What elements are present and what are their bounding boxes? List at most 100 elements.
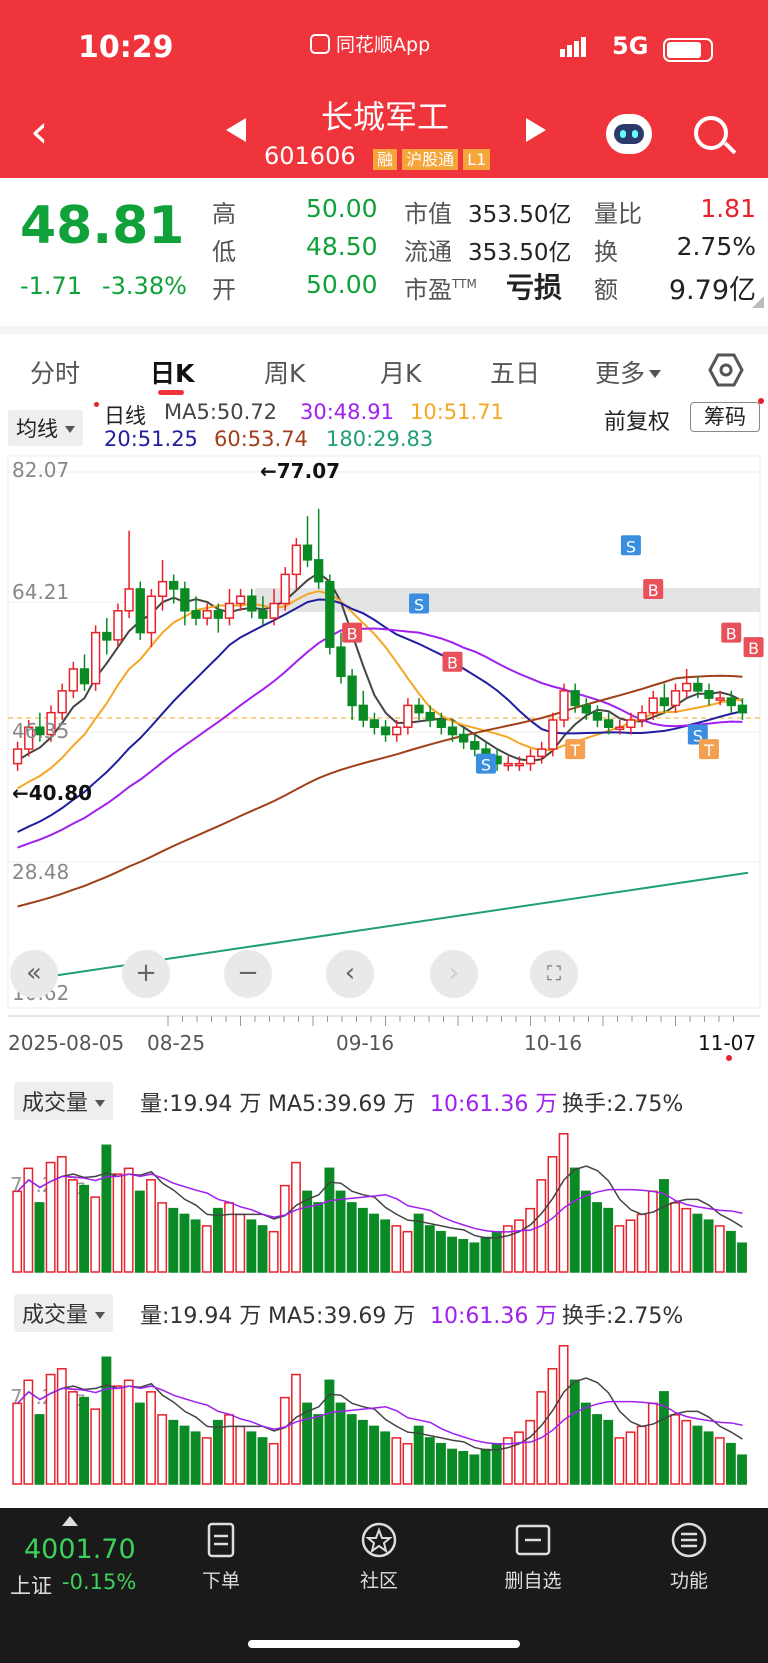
tag-connect: 沪股通: [402, 149, 459, 170]
signal-text: T: [703, 741, 714, 760]
candle-body: [191, 610, 201, 619]
community-icon: [361, 1522, 397, 1558]
chip-button[interactable]: 筹码: [690, 402, 760, 432]
volume-ma10-1: 10:61.36 万: [430, 1092, 558, 1117]
nav-community[interactable]: 社区: [324, 1520, 434, 1593]
candle-body: [581, 704, 591, 714]
line-type-label: 日线: [104, 404, 146, 428]
volume-bar: [190, 1219, 201, 1273]
volume-bar: [90, 1196, 101, 1273]
fullscreen-button[interactable]: ⛶: [530, 950, 578, 998]
period-tabs: 分时 日K 周K 月K 五日 更多: [0, 326, 768, 398]
volume-bar: [246, 1431, 257, 1485]
search-icon[interactable]: [694, 116, 728, 150]
y-tick-1: 64.21: [12, 580, 69, 604]
volume-bar: [569, 1379, 580, 1485]
settings-hexagon-icon[interactable]: [708, 352, 744, 388]
volume-chart-2[interactable]: 71.21万: [0, 1328, 768, 1488]
expand-up-icon[interactable]: [62, 1516, 78, 1526]
signal-marker: B: [643, 578, 664, 600]
tab-monthly-k[interactable]: 月K: [380, 354, 421, 390]
index-name[interactable]: 上证: [10, 1570, 52, 1600]
stat-value-high: 50.00: [306, 194, 378, 223]
signal-marker: S: [409, 593, 430, 615]
nav-remove-watchlist[interactable]: 删自选: [478, 1520, 588, 1593]
next-stock-icon[interactable]: [526, 118, 546, 142]
turnover-label: 换: [594, 238, 618, 266]
prev-stock-icon[interactable]: [226, 118, 246, 142]
order-icon: [207, 1522, 235, 1558]
volume-chart-1[interactable]: 71.21万: [0, 1116, 768, 1276]
volume-bar: [179, 1213, 190, 1273]
volume-bar: [603, 1419, 614, 1485]
back-icon[interactable]: ‹: [30, 108, 48, 154]
candle-body: [425, 711, 435, 721]
candle-body: [525, 755, 536, 765]
x-axis: 2025-08-05 08-25 09-16 10-16 11-07: [8, 1015, 760, 1061]
volume-bar: [391, 1225, 402, 1273]
collapse-left-button[interactable]: «: [10, 950, 58, 998]
zoom-out-button[interactable]: −: [224, 950, 272, 998]
max-price-label: ←77.07: [260, 459, 340, 483]
index-value[interactable]: 4001.70: [24, 1534, 136, 1565]
volume-bar: [391, 1437, 402, 1485]
volume-value-2: 量:19.94 万: [140, 1304, 262, 1329]
scroll-right-button[interactable]: ›: [430, 950, 478, 998]
volume-selector-2[interactable]: 成交量: [14, 1294, 114, 1332]
signal-marker: B: [342, 622, 363, 644]
volume-bar: [235, 1213, 246, 1273]
zoom-in-button[interactable]: +: [122, 950, 170, 998]
candle-body: [559, 690, 569, 721]
volume-bar: [625, 1219, 636, 1273]
volume-bar: [346, 1202, 357, 1273]
home-indicator: [248, 1640, 520, 1648]
volume-bar: [670, 1202, 681, 1273]
tab-weekly-k[interactable]: 周K: [264, 354, 305, 390]
volume-bar: [123, 1379, 134, 1485]
volume-bar: [547, 1156, 558, 1273]
app-logo-icon: [310, 34, 330, 54]
volume-bar: [224, 1414, 234, 1485]
volume-bar: [458, 1450, 469, 1485]
volume-bar: [357, 1207, 368, 1273]
volume-bar: [402, 1442, 413, 1485]
volume-bar: [725, 1230, 736, 1273]
adjust-mode-label[interactable]: 前复权: [604, 404, 670, 436]
tab-intraday[interactable]: 分时: [30, 354, 80, 390]
tab-daily-k[interactable]: 日K: [150, 354, 194, 390]
volume-bar: [134, 1402, 145, 1485]
candle-body: [537, 748, 547, 758]
volume-bar: [502, 1225, 513, 1273]
volume-bar: [79, 1184, 90, 1273]
expand-corner-icon[interactable]: [752, 296, 764, 308]
volume-bar: [302, 1402, 313, 1485]
robot-assistant-icon[interactable]: [606, 114, 652, 154]
volume-selector-1[interactable]: 成交量: [14, 1082, 114, 1120]
volume-bar: [424, 1437, 435, 1485]
stock-tags: 融 沪股通 L1: [373, 146, 491, 170]
ma20-legend: 20:51.25: [104, 427, 198, 451]
ma-selector[interactable]: 均线: [8, 410, 83, 446]
nav-functions[interactable]: 功能: [634, 1520, 744, 1593]
nav-community-label: 社区: [359, 1570, 398, 1592]
candle-body: [358, 704, 368, 721]
tab-five-day[interactable]: 五日: [490, 354, 540, 390]
volume-turnover-1: 换手:2.75%: [562, 1092, 684, 1117]
tab-more[interactable]: 更多: [595, 354, 662, 390]
volume-bar: [313, 1202, 324, 1273]
volume-bar: [257, 1437, 268, 1485]
index-change[interactable]: -0.15%: [62, 1570, 136, 1594]
nav-order[interactable]: 下单: [166, 1520, 276, 1593]
amount-value: 9.79亿: [668, 275, 756, 306]
kline-chart[interactable]: BSBSSBTSTBB 82.07 64.21 46.35 28.48 10.6…: [0, 452, 768, 1012]
candle-body: [90, 631, 101, 685]
ma60-line: [17, 674, 743, 908]
pe-label: 市盈TTM: [404, 276, 477, 304]
candle-body: [79, 668, 90, 685]
candle-body: [414, 704, 424, 714]
candle-body: [235, 595, 246, 605]
volume-bar: [324, 1379, 335, 1485]
scroll-left-button[interactable]: ‹: [326, 950, 374, 998]
volume-bar: [737, 1242, 747, 1273]
volume-bar: [235, 1425, 246, 1485]
